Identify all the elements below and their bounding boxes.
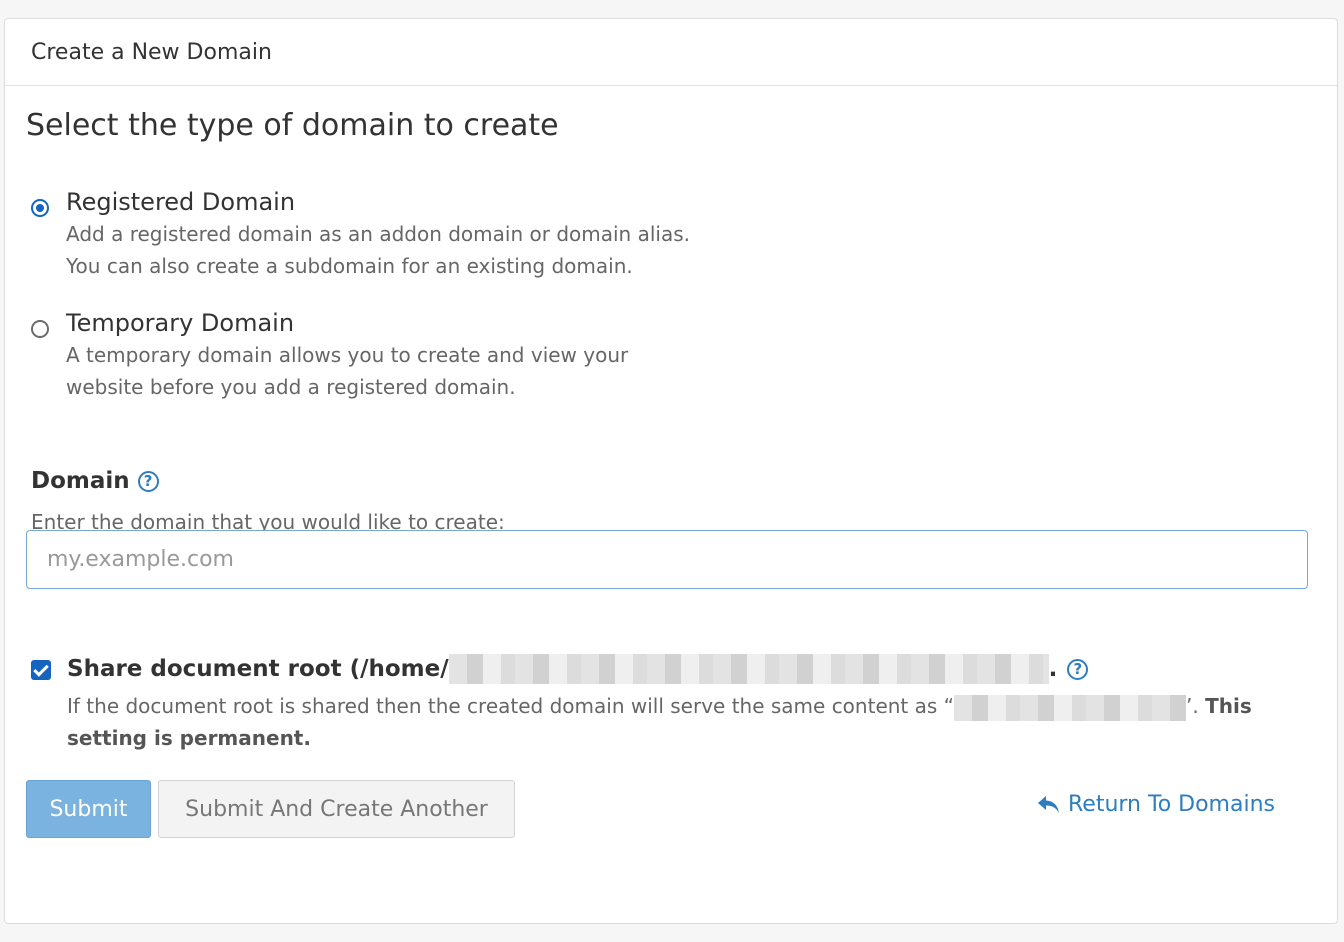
domain-field-label: Domain ? xyxy=(31,468,159,494)
share-root-label[interactable]: Share document root (/home/ . ? xyxy=(67,654,1089,684)
submit-and-create-another-button[interactable]: Submit And Create Another xyxy=(158,780,515,838)
panel-title: Create a New Domain xyxy=(31,39,272,65)
share-root-description: If the document root is shared then the … xyxy=(67,690,1307,754)
option-label[interactable]: Registered Domain xyxy=(66,188,690,216)
radio-temporary-domain[interactable] xyxy=(31,320,49,338)
option-label[interactable]: Temporary Domain xyxy=(66,309,628,337)
redacted-domain xyxy=(954,694,1187,721)
domain-label-text: Domain xyxy=(31,468,130,494)
checkbox-checked[interactable] xyxy=(31,660,51,680)
share-desc-prefix: If the document root is shared then the … xyxy=(67,694,955,718)
share-root-label-prefix: Share document root (/home/ xyxy=(67,656,449,682)
return-link-text[interactable]: Return To Domains xyxy=(1068,792,1275,817)
permanent-warning-2: setting is permanent. xyxy=(67,726,311,750)
question-circle-icon[interactable]: ? xyxy=(137,470,159,492)
submit-button[interactable]: Submit xyxy=(26,780,151,838)
question-circle-icon[interactable]: ? xyxy=(1067,658,1089,680)
redacted-path xyxy=(448,654,1049,684)
reply-arrow-icon xyxy=(1038,795,1059,813)
panel-header: Create a New Domain xyxy=(5,19,1337,86)
option-description: website before you add a registered doma… xyxy=(66,375,516,399)
option-description: Add a registered domain as an addon doma… xyxy=(66,222,690,246)
option-temporary-domain[interactable]: Temporary Domain A temporary domain allo… xyxy=(31,309,628,403)
share-root-checkbox[interactable] xyxy=(31,660,51,680)
option-registered-domain[interactable]: Registered Domain Add a registered domai… xyxy=(31,188,690,282)
option-description: You can also create a subdomain for an e… xyxy=(66,254,633,278)
option-description: A temporary domain allows you to create … xyxy=(66,343,629,367)
permanent-warning-1: This xyxy=(1205,694,1252,718)
share-root-label-suffix: . xyxy=(1048,656,1058,682)
share-desc-suffix: ’. xyxy=(1186,694,1199,718)
radio-registered-domain[interactable] xyxy=(31,199,49,217)
section-heading: Select the type of domain to create xyxy=(26,108,559,143)
return-to-domains-link[interactable]: Return To Domains xyxy=(1036,792,1275,817)
domain-input[interactable] xyxy=(26,530,1308,589)
